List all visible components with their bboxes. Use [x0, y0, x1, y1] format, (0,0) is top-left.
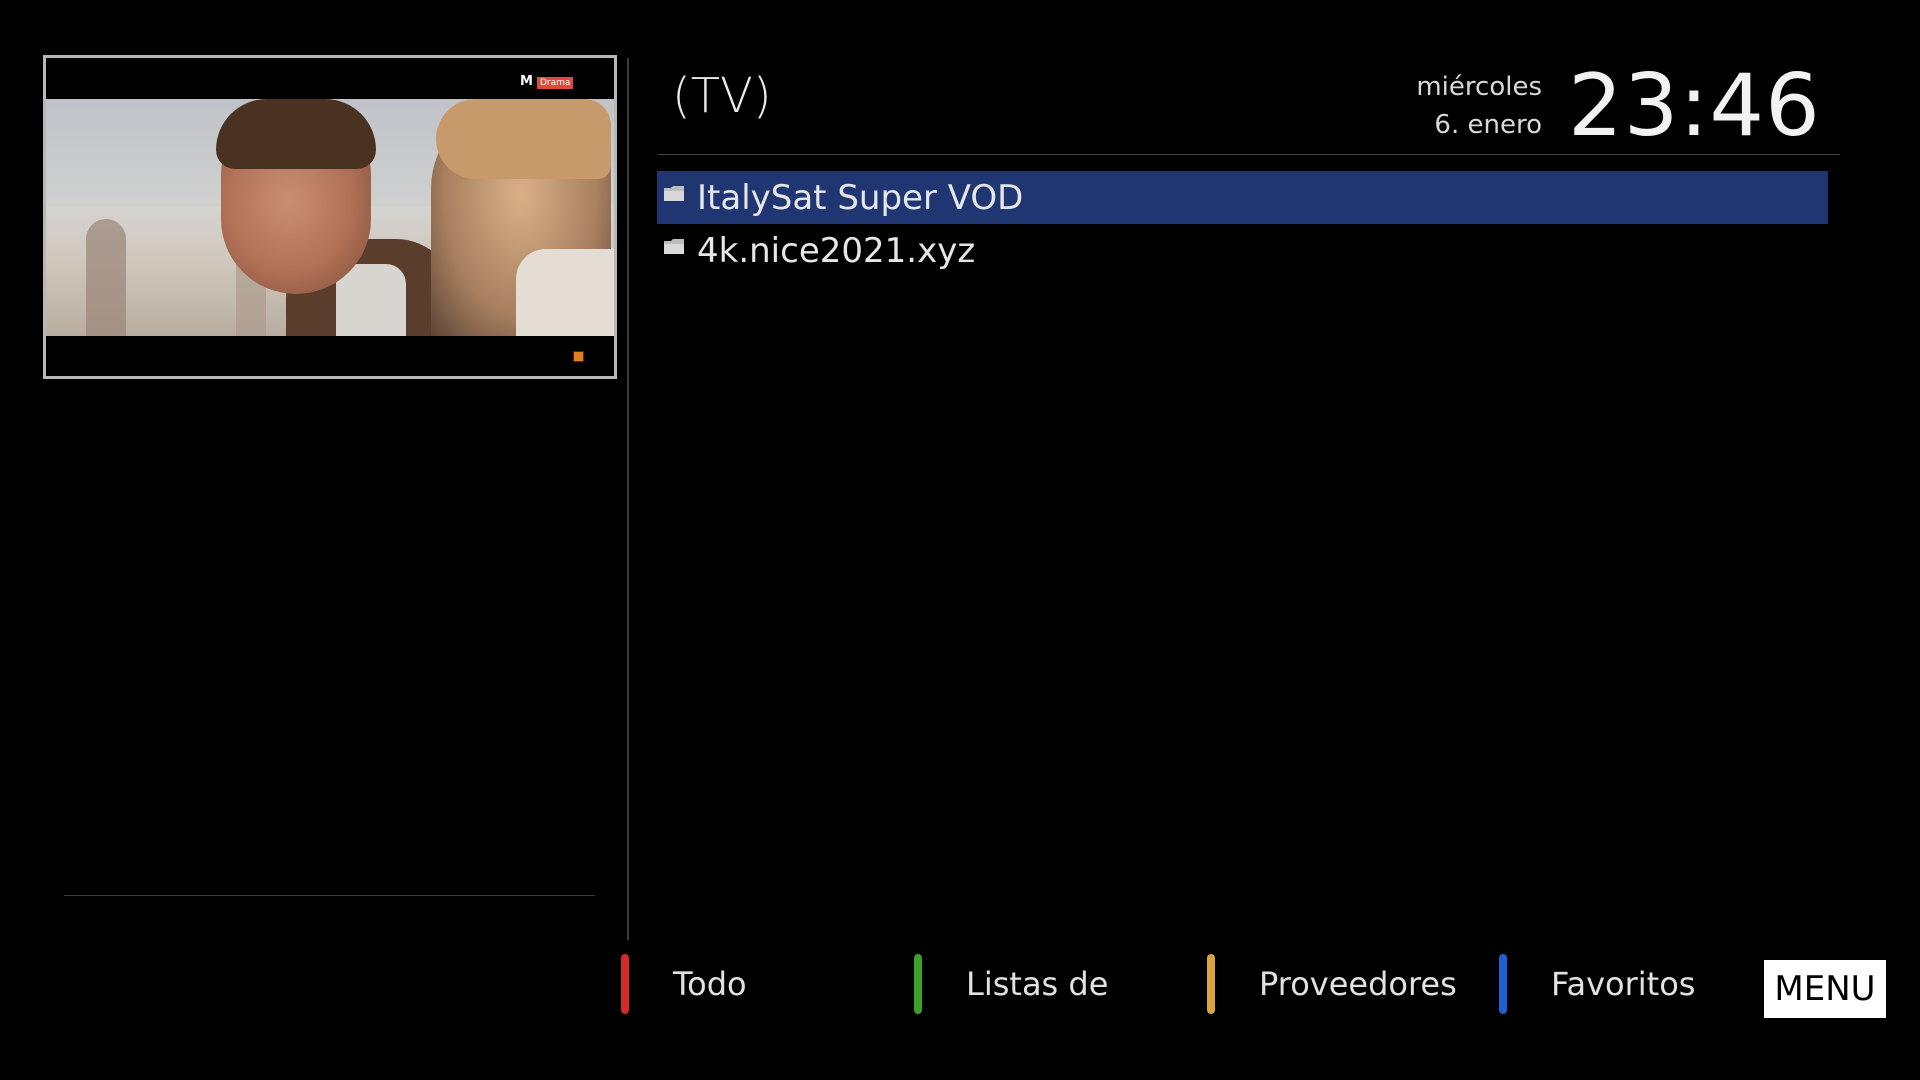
left-divider	[64, 895, 595, 896]
yellow-button-proveedores[interactable]: Proveedores	[1207, 954, 1457, 1014]
blue-button-favoritos[interactable]: Favoritos	[1499, 954, 1695, 1014]
red-key-icon	[621, 954, 629, 1014]
date-display: miércoles 6. enero	[1416, 68, 1542, 144]
red-button-label: Todo	[673, 965, 747, 1003]
tv-preview: M Drama	[43, 55, 617, 379]
blue-button-label: Favoritos	[1551, 965, 1696, 1003]
header-divider	[658, 154, 1840, 155]
channel-logo: M	[520, 74, 533, 89]
folder-icon	[664, 239, 684, 254]
yellow-key-icon	[1207, 954, 1215, 1014]
green-button-listas[interactable]: Listas de	[914, 954, 1108, 1014]
video-frame	[46, 99, 614, 336]
vertical-divider	[627, 58, 629, 940]
day-month: 6. enero	[1434, 110, 1542, 140]
bouquet-list: ItalySat Super VOD 4k.nice2021.xyz	[657, 171, 1828, 277]
green-button-label: Listas de	[966, 965, 1109, 1003]
red-button-todo[interactable]: Todo	[621, 954, 747, 1014]
weekday: miércoles	[1416, 72, 1542, 102]
blue-key-icon	[1499, 954, 1507, 1014]
list-item-italysat[interactable]: ItalySat Super VOD	[657, 171, 1828, 224]
menu-button[interactable]: MENU	[1764, 960, 1886, 1018]
rating-mark-icon	[573, 351, 584, 362]
list-item-4k[interactable]: 4k.nice2021.xyz	[657, 224, 1828, 277]
channel-badge: Drama	[537, 77, 574, 89]
folder-icon	[664, 186, 684, 201]
clock: 23:46	[1568, 56, 1821, 156]
green-key-icon	[914, 954, 922, 1014]
list-item-label: 4k.nice2021.xyz	[697, 230, 976, 271]
page-title: (TV)	[672, 68, 772, 124]
list-item-label: ItalySat Super VOD	[697, 177, 1024, 218]
yellow-button-label: Proveedores	[1259, 965, 1457, 1003]
